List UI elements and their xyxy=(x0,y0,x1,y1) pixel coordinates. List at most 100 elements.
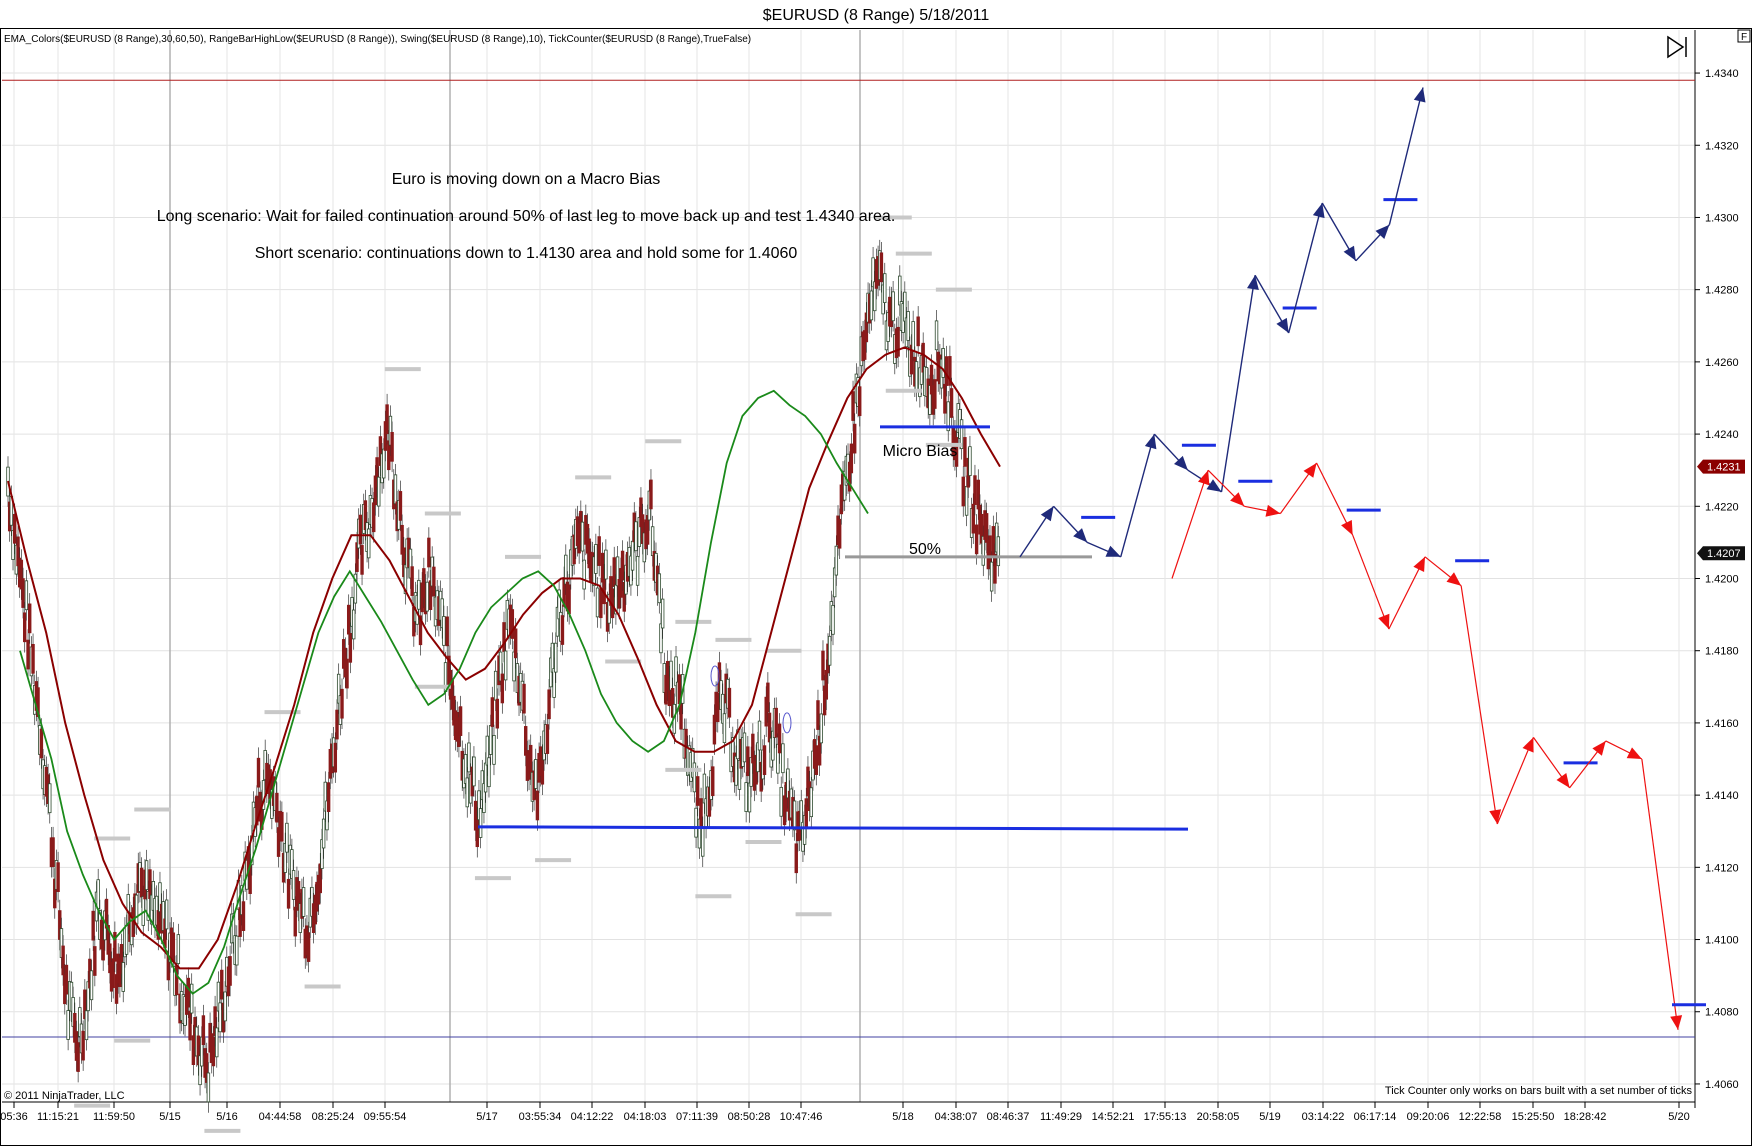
candle xyxy=(346,604,351,635)
candle xyxy=(524,726,528,756)
annotation-fifty-percent: 50% xyxy=(909,541,941,558)
candle xyxy=(522,683,526,714)
candle xyxy=(503,650,508,681)
candle xyxy=(351,609,356,640)
candle xyxy=(377,476,381,507)
candle xyxy=(367,528,371,559)
candle xyxy=(293,906,297,937)
candle xyxy=(974,524,979,555)
candle xyxy=(701,826,705,857)
candle xyxy=(148,869,152,899)
candle xyxy=(445,616,449,647)
candle xyxy=(535,790,540,821)
candle xyxy=(837,518,842,549)
x-tick-label: 5/20 xyxy=(1668,1111,1689,1123)
y-tick-label: 1.4200 xyxy=(1705,574,1739,586)
corner-label: F xyxy=(1741,32,1747,43)
x-tick-label: 18:28:42 xyxy=(1564,1111,1607,1123)
candle xyxy=(500,673,505,704)
candle xyxy=(432,566,436,597)
candle xyxy=(390,431,394,462)
candle xyxy=(56,862,60,892)
candle xyxy=(964,485,969,516)
candle xyxy=(976,479,980,510)
candle xyxy=(989,561,994,592)
price-tag-label: 1.4207 xyxy=(1707,548,1741,560)
annotation-macro: Euro is moving down on a Macro Bias xyxy=(392,171,661,188)
candle xyxy=(96,879,100,910)
candle xyxy=(478,808,483,838)
candle xyxy=(891,291,895,322)
candle xyxy=(220,969,224,1000)
candle xyxy=(335,709,339,740)
candle xyxy=(23,612,27,643)
x-tick-label: 20:58:05 xyxy=(1197,1111,1240,1123)
y-tick-label: 1.4240 xyxy=(1705,429,1739,441)
candle xyxy=(545,724,550,754)
tick-counter-note: Tick Counter only works on bars built wi… xyxy=(1385,1085,1693,1097)
candle xyxy=(594,544,598,574)
chart-title: $EURUSD (8 Range) 5/18/2011 xyxy=(763,7,990,24)
x-tick-label: 03:55:34 xyxy=(519,1111,562,1123)
plot-area xyxy=(2,30,1695,1102)
candle xyxy=(757,720,762,751)
candle xyxy=(235,935,239,966)
candle xyxy=(809,787,813,818)
candle xyxy=(988,535,992,566)
candle xyxy=(858,386,862,417)
x-tick-label: 04:44:58 xyxy=(259,1111,302,1123)
candle xyxy=(943,383,947,414)
candle xyxy=(61,945,65,976)
candle xyxy=(746,746,750,777)
annotation-micro-bias: Micro Bias xyxy=(883,443,958,460)
x-tick-label: 11:59:50 xyxy=(93,1111,135,1123)
candle xyxy=(201,1015,206,1045)
candle xyxy=(734,755,738,786)
x-tick-label: 08:50:28 xyxy=(728,1111,771,1123)
candle xyxy=(241,901,246,931)
candle xyxy=(467,742,471,773)
x-tick-label: 03:14:22 xyxy=(1302,1111,1345,1123)
candle xyxy=(722,713,727,744)
y-tick-label: 1.4300 xyxy=(1705,212,1739,224)
x-tick-label: 11:49:29 xyxy=(1040,1111,1082,1123)
y-tick-label: 1.4060 xyxy=(1705,1079,1739,1091)
candle xyxy=(301,887,306,917)
candle xyxy=(819,713,824,744)
candle xyxy=(774,707,778,738)
y-tick-label: 1.4100 xyxy=(1705,935,1739,947)
candle xyxy=(425,581,429,612)
candle xyxy=(660,598,665,629)
candle xyxy=(834,545,839,576)
candle xyxy=(699,798,703,828)
candle xyxy=(564,554,568,585)
candle xyxy=(124,925,129,955)
candle xyxy=(502,622,506,652)
candle xyxy=(751,733,755,764)
candle xyxy=(814,745,818,775)
y-tick-label: 1.4080 xyxy=(1705,1007,1739,1019)
x-tick-label: 5/16 xyxy=(216,1111,237,1123)
candle xyxy=(933,379,937,409)
candle xyxy=(996,536,1001,567)
candle xyxy=(711,766,715,797)
y-tick-label: 1.4140 xyxy=(1705,790,1739,802)
candle xyxy=(211,1036,216,1067)
candle xyxy=(64,964,69,995)
candle xyxy=(427,537,431,568)
candle xyxy=(963,437,967,467)
x-tick-label: 5/18 xyxy=(892,1111,913,1123)
candle xyxy=(552,668,556,698)
candle xyxy=(31,643,35,674)
candle xyxy=(483,762,488,793)
candle xyxy=(604,549,608,580)
candle xyxy=(358,514,363,545)
candle xyxy=(218,1002,222,1033)
candle xyxy=(89,970,94,1001)
candle xyxy=(981,535,985,566)
candle xyxy=(777,723,782,754)
candle xyxy=(121,962,125,992)
candle xyxy=(916,316,920,347)
candle xyxy=(993,553,997,584)
price-chart[interactable]: $EURUSD (8 Range) 5/18/2011 1.4340 1.4320 1… xyxy=(0,0,1752,1147)
